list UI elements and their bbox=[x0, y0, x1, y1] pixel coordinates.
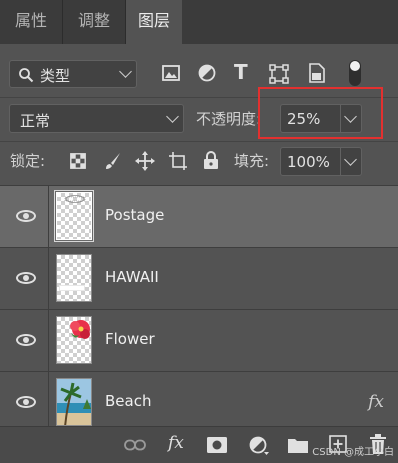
tab-adjustments[interactable]: 调整 bbox=[63, 0, 125, 44]
layer-effects-icon[interactable]: fx bbox=[368, 392, 384, 412]
flower-graphic bbox=[70, 320, 90, 339]
layer-thumbnail bbox=[56, 316, 92, 364]
fill-field[interactable]: 100% bbox=[280, 147, 362, 176]
lock-artboard-icon[interactable] bbox=[168, 151, 188, 171]
adjustment-filter-icon[interactable] bbox=[198, 64, 216, 82]
field-divider bbox=[340, 148, 341, 175]
layer-row-postage[interactable]: Postage bbox=[0, 185, 398, 248]
layer-row-flower[interactable]: Flower bbox=[0, 309, 398, 372]
eye-icon bbox=[16, 334, 36, 346]
type-filter-icon[interactable]: T bbox=[234, 60, 248, 84]
tab-layers[interactable]: 图层 bbox=[126, 0, 182, 44]
watermark-text: CSDN @成工小白 bbox=[312, 447, 394, 458]
lock-position-icon[interactable] bbox=[135, 151, 155, 171]
panel-tabs: 属性 调整 图层 bbox=[0, 0, 398, 44]
new-adjustment-layer-icon[interactable] bbox=[249, 436, 269, 456]
visibility-toggle[interactable] bbox=[0, 310, 49, 372]
lock-transparent-pixels-icon[interactable] bbox=[70, 153, 86, 169]
chevron-down-icon bbox=[166, 109, 179, 123]
lock-label: 锁定: bbox=[10, 152, 46, 170]
fill-label: 填充: bbox=[234, 152, 270, 170]
lock-all-icon[interactable] bbox=[203, 151, 219, 170]
lock-image-pixels-icon[interactable] bbox=[104, 152, 122, 170]
layer-name: HAWAII bbox=[105, 268, 159, 286]
search-icon bbox=[19, 68, 34, 83]
image-filter-icon[interactable] bbox=[162, 65, 180, 81]
beach-photo bbox=[57, 379, 91, 425]
link-layers-icon[interactable] bbox=[124, 439, 146, 451]
add-layer-style-icon[interactable]: fx bbox=[168, 433, 184, 453]
layer-row-beach[interactable]: Beach fx bbox=[0, 371, 398, 427]
filter-toggle-icon[interactable] bbox=[349, 60, 361, 86]
visibility-toggle[interactable] bbox=[0, 248, 49, 310]
blend-mode-value: 正常 bbox=[20, 112, 51, 130]
tab-properties[interactable]: 属性 bbox=[0, 0, 62, 44]
layer-thumbnail bbox=[56, 254, 92, 302]
layer-name: Postage bbox=[105, 206, 165, 224]
layer-thumbnail bbox=[54, 190, 94, 242]
layer-name: Flower bbox=[105, 330, 155, 348]
text-graphic bbox=[60, 286, 84, 290]
eye-icon bbox=[16, 272, 36, 284]
layer-row-hawaii[interactable]: HAWAII bbox=[0, 247, 398, 310]
blend-mode-dropdown[interactable]: 正常 bbox=[9, 104, 184, 133]
fill-value: 100% bbox=[287, 153, 330, 171]
new-group-icon[interactable] bbox=[288, 437, 308, 453]
chevron-down-icon[interactable] bbox=[344, 152, 357, 166]
eye-icon bbox=[16, 396, 36, 408]
opacity-label: 不透明度: bbox=[196, 110, 262, 128]
layer-thumbnail bbox=[56, 378, 92, 426]
filter-kind-dropdown[interactable]: 类型 bbox=[9, 60, 137, 88]
filter-kind-label: 类型 bbox=[40, 67, 71, 85]
smart-object-filter-icon[interactable] bbox=[308, 63, 326, 83]
eye-icon bbox=[16, 210, 36, 222]
add-mask-icon[interactable] bbox=[207, 437, 227, 453]
shape-filter-icon[interactable] bbox=[269, 64, 289, 84]
lock-row: 锁定: 填充: 100% bbox=[0, 141, 398, 179]
postage-stamp-graphic bbox=[64, 195, 86, 203]
opacity-highlight-box bbox=[258, 87, 383, 139]
chevron-down-icon bbox=[119, 65, 132, 78]
layer-name: Beach bbox=[105, 392, 152, 410]
visibility-toggle[interactable] bbox=[0, 372, 49, 427]
visibility-toggle[interactable] bbox=[0, 186, 49, 248]
